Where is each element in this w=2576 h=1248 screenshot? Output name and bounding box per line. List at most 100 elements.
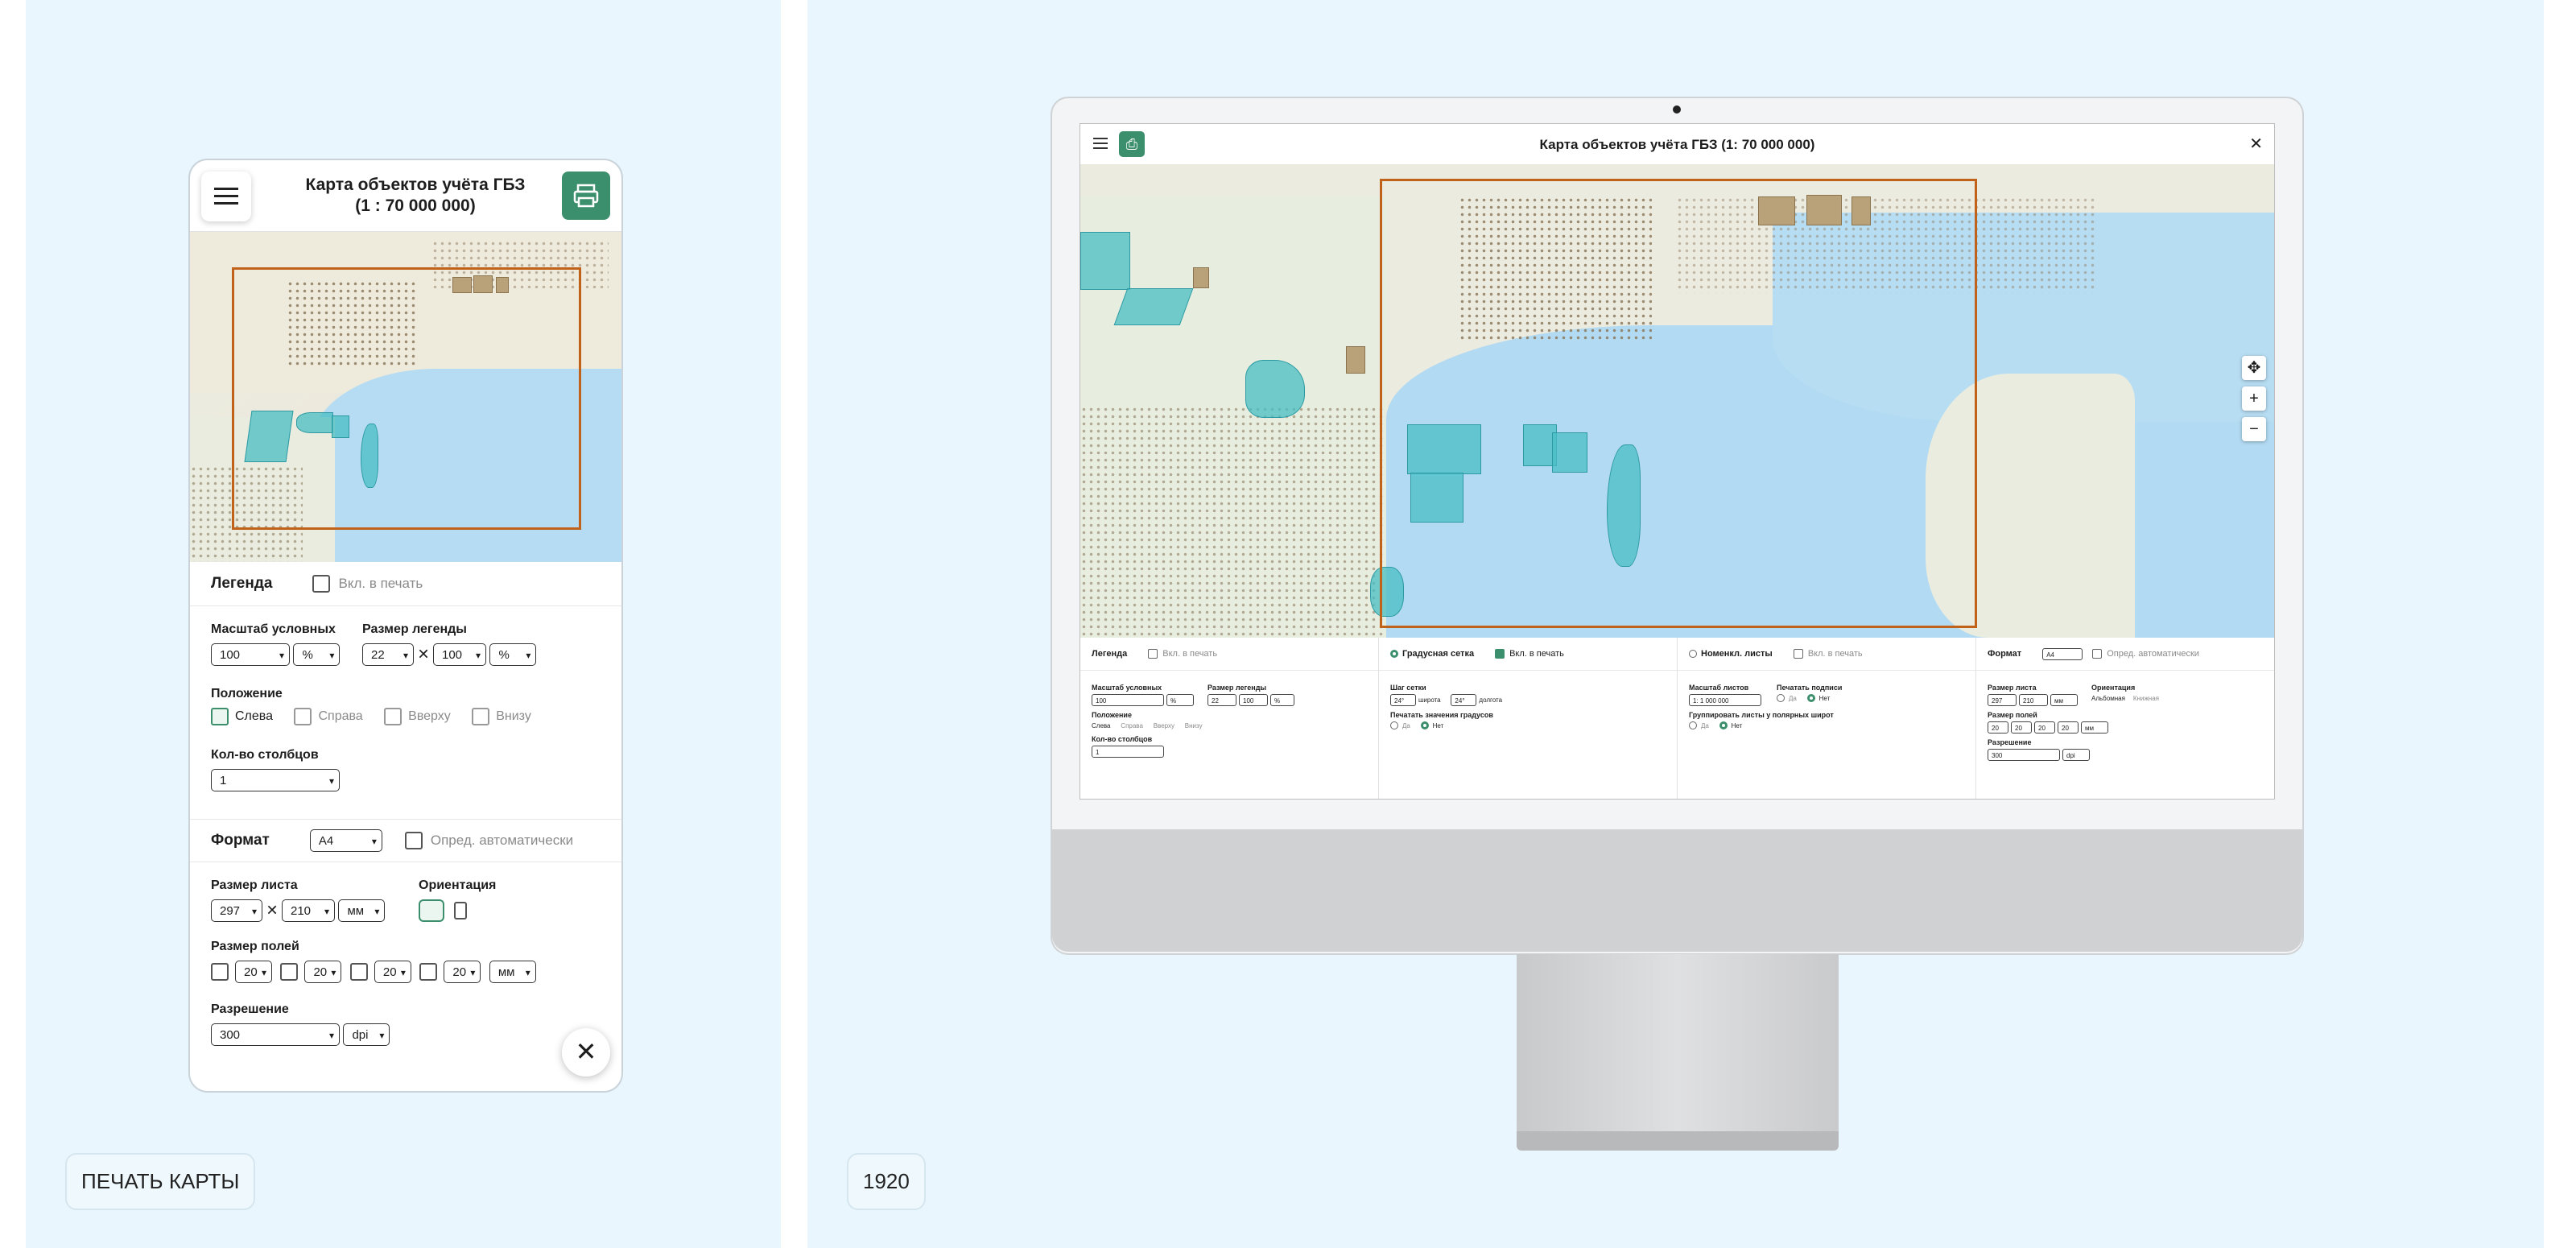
sheet-size-label: Размер листа bbox=[211, 878, 298, 892]
resolution-value: 300 bbox=[1992, 752, 2003, 759]
map-view[interactable]: ✥ + − bbox=[1080, 164, 2274, 638]
grid-print-checkbox[interactable] bbox=[1495, 649, 1505, 659]
close-icon[interactable]: ✕ bbox=[2249, 134, 2263, 154]
legend-size-height-input[interactable]: 100 bbox=[1239, 694, 1268, 706]
margin-top-input[interactable]: 20 bbox=[374, 961, 411, 984]
caption-yes-radio[interactable] bbox=[1777, 694, 1785, 703]
legend-size-width-input[interactable]: 22 bbox=[362, 643, 414, 667]
zoom-in-button[interactable]: + bbox=[2242, 386, 2266, 411]
position-right-label[interactable]: Справа bbox=[1121, 722, 1143, 729]
position-top-option[interactable]: Вверху bbox=[384, 708, 451, 725]
margin-top-input[interactable]: 20 bbox=[2034, 721, 2055, 734]
margin-top-value: 20 bbox=[382, 965, 397, 979]
print-button[interactable] bbox=[562, 171, 610, 220]
map-view[interactable] bbox=[190, 232, 621, 562]
sheet-size-label: Размер листа bbox=[1988, 684, 2037, 692]
legend-position-options[interactable]: Слева Справа Вверху Внизу bbox=[1092, 721, 1367, 730]
format-column: Формат A4 Опред. автоматически Размер ли… bbox=[1976, 638, 2274, 799]
sheet-width-input[interactable]: 297 bbox=[211, 899, 262, 923]
group-no-label: Нет bbox=[1731, 721, 1743, 729]
position-left-label[interactable]: Слева bbox=[1092, 722, 1111, 729]
legend-scale-select[interactable]: 100 bbox=[1092, 694, 1164, 706]
resolution-unit-select[interactable]: dpi bbox=[343, 1023, 390, 1047]
margin-right-input[interactable]: 20 bbox=[304, 961, 342, 984]
legend-size-unit-select[interactable]: % bbox=[1270, 694, 1294, 706]
legend-scale-group: Масштаб условных 100% bbox=[1092, 679, 1196, 706]
portrait-icon[interactable] bbox=[454, 902, 467, 919]
format-value: A4 bbox=[2046, 651, 2054, 659]
position-right-option[interactable]: Справа bbox=[294, 708, 363, 725]
legend-size-width-input[interactable]: 22 bbox=[1208, 694, 1236, 706]
caption-group: Печатать подписи Да Нет bbox=[1777, 679, 1842, 706]
group-yes-radio[interactable] bbox=[1689, 721, 1697, 730]
resolution-unit-select[interactable]: dpi bbox=[2062, 749, 2090, 761]
landscape-icon[interactable] bbox=[419, 899, 444, 922]
position-top-label[interactable]: Вверху bbox=[1154, 722, 1174, 729]
orientation-group: Ориентация bbox=[419, 878, 496, 922]
legend-scale-unit-select[interactable]: % bbox=[1166, 694, 1194, 706]
legend-size-height-input[interactable]: 100 bbox=[433, 643, 486, 667]
margin-bottom-input[interactable]: 20 bbox=[2058, 721, 2079, 734]
sheet-unit: мм bbox=[2054, 697, 2063, 705]
margin-left-input[interactable]: 20 bbox=[235, 961, 272, 984]
format-row: Размер листа 297 210 мм Ориентация Альбомн… bbox=[1988, 679, 2263, 706]
menu-button[interactable] bbox=[201, 171, 251, 221]
position-bottom-option[interactable]: Внизу bbox=[472, 708, 531, 725]
resolution-select[interactable]: 300 bbox=[1988, 749, 2060, 761]
grid-lon-input[interactable]: 24° bbox=[1451, 694, 1477, 706]
sheets-print-checkbox[interactable] bbox=[1793, 649, 1803, 659]
legend-scale-select[interactable]: 100 bbox=[211, 643, 290, 667]
format-auto-checkbox[interactable] bbox=[2092, 649, 2103, 659]
landscape-option[interactable]: Альбомная bbox=[2091, 695, 2125, 702]
print-settings-columns: Легенда Вкл. в печать Масштаб условных 1… bbox=[1080, 638, 2274, 799]
sheet-height: 210 bbox=[2023, 697, 2034, 705]
monitor-stand-base bbox=[1517, 1131, 1839, 1151]
legend-print-checkbox[interactable] bbox=[1148, 649, 1158, 659]
sheets-scale-select[interactable]: 1: 1 000 000 bbox=[1689, 694, 1761, 706]
caption-no-radio[interactable] bbox=[1806, 694, 1815, 703]
margin-right-input[interactable]: 20 bbox=[2011, 721, 2032, 734]
legend-scale-unit-select[interactable]: % bbox=[293, 643, 341, 667]
margin-left-input[interactable]: 20 bbox=[1988, 721, 2008, 734]
title-line-2: (1 : 70 000 000) bbox=[355, 196, 476, 215]
legend-columns-stepper[interactable]: 1 bbox=[1092, 746, 1164, 758]
plus-icon: + bbox=[2249, 390, 2259, 407]
sheet-height-input[interactable]: 210 bbox=[2019, 694, 2048, 706]
format-select[interactable]: A4 bbox=[2042, 647, 2083, 660]
position-left-option[interactable]: Слева bbox=[211, 708, 273, 725]
resolution-select[interactable]: 300 bbox=[211, 1023, 340, 1047]
degrees-yes-radio[interactable] bbox=[1390, 721, 1398, 730]
portrait-option[interactable]: Книжная bbox=[2133, 695, 2159, 702]
pan-button[interactable]: ✥ bbox=[2242, 356, 2266, 380]
margin-bottom-input[interactable]: 20 bbox=[444, 961, 481, 984]
sheet-width-input[interactable]: 297 bbox=[1988, 694, 2017, 706]
legend-size-unit-select[interactable]: % bbox=[489, 643, 537, 667]
zoom-out-button[interactable]: − bbox=[2242, 417, 2266, 441]
legend-print-checkbox[interactable] bbox=[312, 575, 331, 593]
grid-radio[interactable] bbox=[1390, 650, 1398, 658]
format-auto-label: Опред. автоматически bbox=[430, 833, 574, 848]
legend-scale-label: Масштаб условных bbox=[1092, 684, 1162, 692]
legend-columns-value: 1 bbox=[1096, 749, 1100, 756]
group-no-radio[interactable] bbox=[1719, 721, 1728, 730]
format-select[interactable]: A4 bbox=[309, 829, 382, 853]
sheet-height-input[interactable]: 210 bbox=[282, 899, 335, 923]
format-column-body: Размер листа 297 210 мм Ориентация Альбомн… bbox=[1976, 671, 2274, 769]
margins-unit-select[interactable]: мм bbox=[2081, 721, 2108, 734]
section-chip-1920: 1920 bbox=[847, 1153, 926, 1210]
degrees-no-radio[interactable] bbox=[1420, 721, 1429, 730]
format-auto-checkbox[interactable] bbox=[404, 832, 423, 849]
grid-lat-input[interactable]: 24° bbox=[1390, 694, 1416, 706]
sheets-radio[interactable] bbox=[1689, 650, 1697, 658]
resolution-group: Разрешение 300 dpi bbox=[211, 1002, 390, 1047]
legend-row: Масштаб условных 100% Размер легенды 22 1… bbox=[1092, 679, 1367, 706]
sheet-unit-select[interactable]: мм bbox=[2050, 694, 2078, 706]
position-bottom-label[interactable]: Внизу bbox=[1185, 722, 1203, 729]
sheet-unit-select[interactable]: мм bbox=[338, 899, 386, 923]
margins-unit-select[interactable]: мм bbox=[489, 961, 536, 984]
legend-size-label: Размер легенды bbox=[1208, 684, 1267, 692]
desktop-header: ⎙ Карта объектов учёта ГБЗ (1: 70 000 00… bbox=[1080, 124, 2274, 165]
close-settings-button[interactable]: ✕ bbox=[562, 1028, 610, 1077]
legend-columns-stepper[interactable]: 1 bbox=[211, 769, 340, 792]
grid-column: Градусная сетка Вкл. в печать Шаг сетки … bbox=[1379, 638, 1678, 799]
